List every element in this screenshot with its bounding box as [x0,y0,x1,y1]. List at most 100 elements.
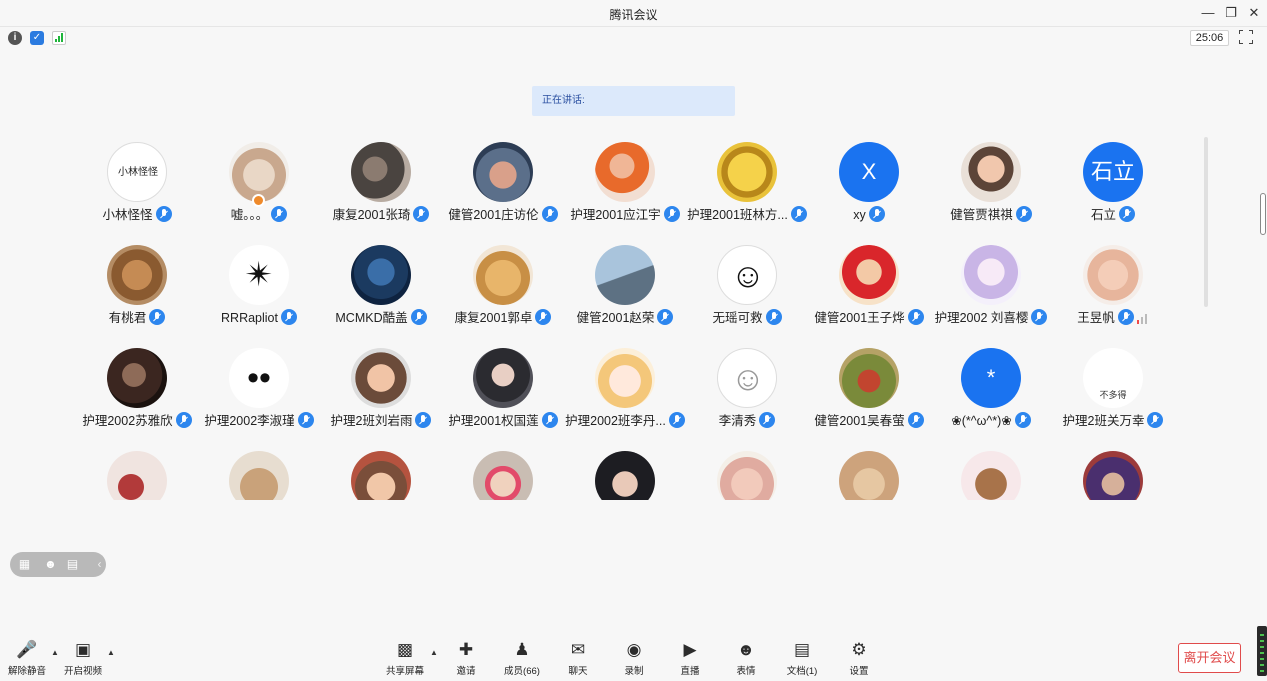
participant-tile[interactable]: 不多得 护理2班关万幸 [1052,342,1174,440]
settings-button[interactable]: ⚙ 设置 [829,640,889,680]
participant-name: 无瑶可救 [712,311,763,325]
reaction-icon[interactable]: ☻ [43,557,58,572]
participant-tile[interactable]: 护理2001权国莲 [442,342,564,440]
participant-tile[interactable] [442,445,564,500]
docs-button[interactable]: ▤ 文档(1) [772,640,832,680]
participant-tile[interactable]: ☺ 无瑶可救 [686,239,808,337]
participant-tile[interactable]: 健管贾祺祺 [930,136,1052,234]
participant-name-line: MCMKD酷盖 [320,308,442,328]
leave-meeting-button[interactable]: 离开会议 [1178,643,1241,673]
meeting-timer: 25:06 [1190,30,1229,46]
participant-tile[interactable]: 石立 石立 [1052,136,1174,234]
participant-tile[interactable]: 康复2001郭卓 [442,239,564,337]
video-options-chevron-icon[interactable]: ▲ [107,648,115,657]
participant-tile[interactable]: 护理2001应江宇 [564,136,686,234]
muted-mic-icon [868,206,885,222]
participant-name-line: 护理2001应江宇 [564,205,686,225]
unmute-button[interactable]: 🎤 解除静音 [0,640,57,680]
live-icon: ▶ [683,640,697,659]
participant-avatar [473,142,533,202]
chat-icon: ✉ [570,640,586,659]
emoji-button[interactable]: ☻ 表情 [716,640,776,680]
participant-avatar [107,451,167,500]
chat-button[interactable]: ✉ 聊天 [548,640,608,680]
participant-tile[interactable] [320,445,442,500]
participant-tile[interactable]: 护理2班刘岩雨 [320,342,442,440]
restore-button[interactable]: ❐ [1221,4,1241,22]
participant-tile[interactable]: 健管2001吴春萤 [808,342,930,440]
participant-name: 健管2001吴春萤 [814,414,905,428]
participant-name: xy [853,208,866,222]
muted-mic-icon [541,206,558,222]
participant-tile[interactable]: ✴ RRRapliot [198,239,320,337]
participant-tile[interactable]: 护理2002班李丹... [564,342,686,440]
info-icon[interactable]: i [8,31,22,45]
close-button[interactable]: ✕ [1244,4,1264,22]
participant-tile[interactable]: Xxy [808,136,930,234]
participant-name-line: 无瑶可救 [686,308,808,328]
participant-grid: 小林怪怪 小林怪怪 嘘。。。 康复2001张琦 健管2001庄访伦 护理2001应江宇 护理… [80,136,1200,500]
participant-avatar [229,142,289,202]
avatar-initials: 石立 [1090,159,1135,184]
subtitle-icon[interactable]: ▤ [65,557,80,572]
video-off-icon: ▣ [74,640,92,659]
record-button[interactable]: ◉ 录制 [604,640,664,680]
participant-name-line: 护理2002苏雅欣 [80,411,198,431]
muted-mic-icon [271,206,288,222]
participant-tile[interactable]: ☺ 李清秀 [686,342,808,440]
participant-tile[interactable]: 王昱帆 [1052,239,1174,337]
muted-mic-icon [907,412,924,428]
participant-name: 健管2001王子烨 [814,311,905,325]
share-screen-label: 共享屏幕 [385,666,424,677]
participant-name-line: RRRapliot [198,308,320,328]
participant-tile[interactable]: 护理2002苏雅欣 [80,342,198,440]
security-shield-icon[interactable]: ✓ [30,31,44,45]
participant-tile[interactable] [198,445,320,500]
participant-tile[interactable]: •• 护理2002李淑瑾 [198,342,320,440]
avatar-initials: * [986,365,996,390]
participant-tile[interactable]: 健管2001王子烨 [808,239,930,337]
participant-tile[interactable]: 嘘。。。 [198,136,320,234]
participant-tile[interactable] [686,445,808,500]
members-button[interactable]: ♟ 成员(66) [492,640,552,680]
invite-label: 邀请 [456,666,476,677]
collapse-chevron-icon[interactable]: ‹ [92,557,107,572]
grid-scrollbar[interactable] [1204,137,1208,307]
participant-tile[interactable]: MCMKD酷盖 [320,239,442,337]
side-scroll-handle[interactable] [1260,193,1266,235]
volume-meter [1257,626,1267,676]
participant-name-line: 护理2002班李丹... [564,411,686,431]
share-screen-button[interactable]: ▩ 共享屏幕 [375,640,435,680]
participant-name: 护理2002李淑瑾 [204,414,295,428]
participant-avatar: ✴ [229,245,289,305]
fullscreen-icon[interactable] [1239,30,1253,44]
participant-tile[interactable] [564,445,686,500]
minimize-button[interactable]: — [1198,4,1218,22]
invite-button[interactable]: ✚ 邀请 [436,640,496,680]
participant-name-line: 护理2002 刘喜樱 [930,308,1052,328]
participant-tile[interactable] [1052,445,1174,500]
participant-tile[interactable]: 护理2002 刘喜樱 [930,239,1052,337]
chat-label: 聊天 [568,666,588,677]
participant-tile[interactable]: 健管2001庄访伦 [442,136,564,234]
muted-mic-icon [280,309,297,325]
participant-tile[interactable]: 有桃君 [80,239,198,337]
participant-avatar: 小林怪怪 [107,142,167,202]
layout-icon[interactable]: ▦ [17,557,32,572]
participant-tile[interactable]: 护理2001班林方... [686,136,808,234]
participant-tile[interactable]: 健管2001赵荣 [564,239,686,337]
participant-name: 健管贾祺祺 [950,208,1013,222]
participant-tile[interactable]: 小林怪怪 小林怪怪 [80,136,198,234]
participant-tile[interactable] [930,445,1052,500]
muted-mic-icon [415,412,432,428]
participant-avatar: 石立 [1083,142,1143,202]
network-signal-icon[interactable] [52,31,66,45]
participant-tile[interactable] [808,445,930,500]
participant-tile[interactable]: * ❀(*^ω^*)❀ [930,342,1052,440]
start-video-button[interactable]: ▣ 开启视频 [53,640,113,680]
participant-tile[interactable] [80,445,198,500]
live-button[interactable]: ▶ 直播 [660,640,720,680]
participant-tile[interactable]: 康复2001张琦 [320,136,442,234]
participant-avatar [473,348,533,408]
title-bar: 腾讯会议 — ❐ ✕ [0,0,1267,27]
